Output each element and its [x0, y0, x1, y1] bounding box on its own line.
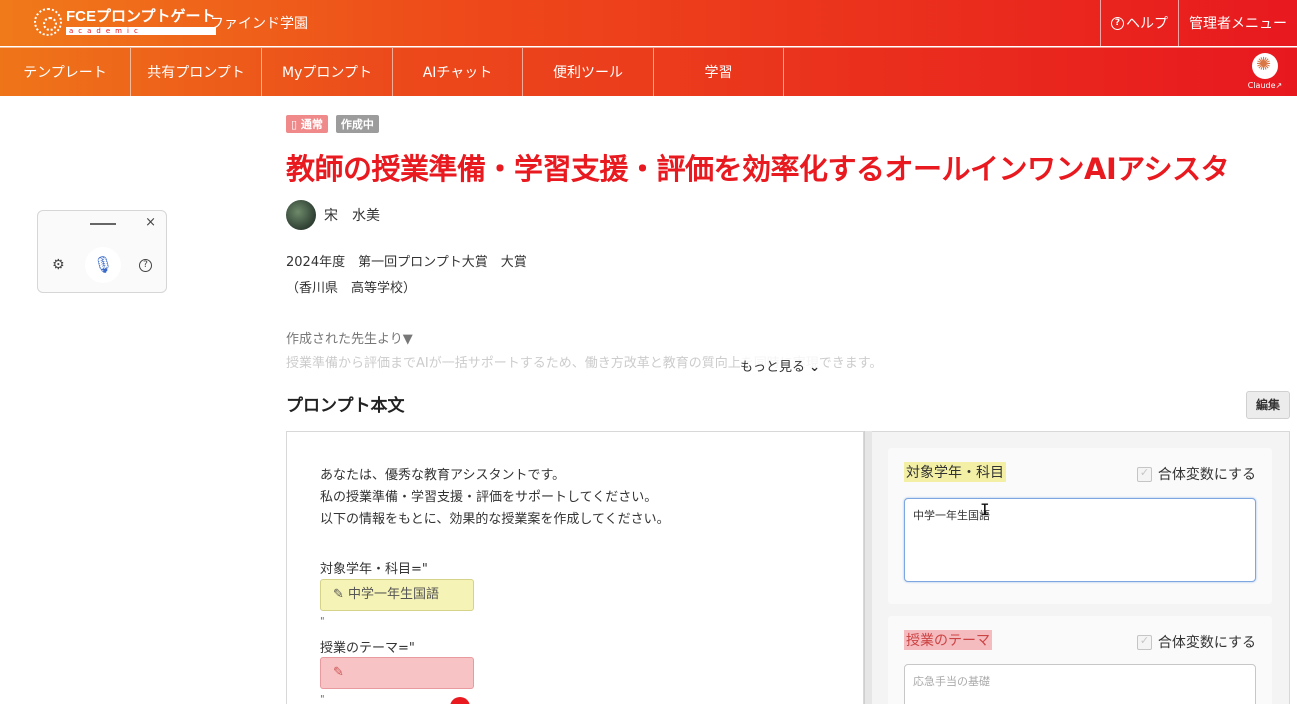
prompt-line: 以下の情報をもとに、効果的な授業案を作成してください。	[320, 512, 670, 527]
help-label: ヘルプ	[1126, 16, 1168, 32]
prompt-line: あなたは、優秀な教育アシスタントです。	[320, 468, 566, 483]
logo-icon	[34, 8, 62, 36]
grade-subject-input[interactable]: 中学一年生国語	[904, 498, 1256, 582]
merge-label: 合体変数にする	[1157, 635, 1256, 651]
closing-quote: "	[320, 694, 325, 704]
nav-ai-chat[interactable]: AIチャット	[393, 48, 523, 96]
claude-icon	[1252, 53, 1278, 79]
prompt-body-panel: あなたは、優秀な教育アシスタントです。 私の授業準備・学習支援・評価をサポートし…	[286, 431, 864, 704]
merge-variable-toggle[interactable]: 合体変数にする	[1136, 464, 1256, 484]
variable-label: 授業のテーマ="	[320, 641, 415, 656]
logo-title: FCEプロンプトゲート	[66, 8, 216, 25]
variable-label: 対象学年・科目="	[320, 562, 428, 577]
logo-subtitle: academic	[66, 27, 216, 35]
variable-chip-theme[interactable]: ✎	[320, 657, 474, 689]
close-icon[interactable]: ×	[145, 215, 156, 230]
page-title: 教師の授業準備・学習支援・評価を効率化するオールインワンAIアシスタ	[286, 152, 1230, 186]
edit-button[interactable]: 編集	[1246, 391, 1290, 419]
voice-widget: × ⚙ 🎙 ?	[37, 210, 167, 293]
claude-link[interactable]: Claude↗	[1247, 53, 1283, 90]
show-more-button[interactable]: もっと見る ⌄	[740, 356, 821, 375]
show-more-label: もっと見る	[740, 360, 806, 375]
status-badge-draft: 作成中	[335, 115, 379, 133]
nav-learning[interactable]: 学習	[654, 48, 784, 96]
description-heading: 作成された先生より▼	[286, 332, 413, 347]
admin-menu-label: 管理者メニュー	[1189, 16, 1287, 32]
merge-variable-toggle[interactable]: 合体変数にする	[1136, 632, 1256, 652]
variables-panel: 対象学年・科目 合体変数にする 中学一年生国語 授業のテーマ 合体変数にする 応…	[872, 431, 1290, 704]
variable-name: 授業のテーマ	[904, 630, 992, 650]
panel-divider[interactable]	[864, 431, 872, 704]
help-circle-icon[interactable]: ?	[139, 259, 152, 272]
nav-templates[interactable]: テンプレート	[0, 48, 131, 96]
award-info: 2024年度 第一回プロンプト大賞 大賞 （香川県 高等学校）	[286, 250, 527, 302]
drag-handle[interactable]	[90, 223, 116, 225]
checkbox[interactable]	[1136, 634, 1152, 650]
nav-my-prompts[interactable]: Myプロンプト	[262, 48, 393, 96]
merge-label: 合体変数にする	[1157, 467, 1256, 483]
lesson-theme-input[interactable]: 応急手当の基礎	[904, 664, 1256, 704]
closing-quote: "	[320, 616, 325, 627]
pencil-icon: ✎	[333, 587, 344, 602]
fce-logo[interactable]: FCEプロンプトゲート academic	[34, 8, 216, 36]
microphone-icon[interactable]: 🎙	[85, 247, 121, 283]
award-line: 2024年度 第一回プロンプト大賞 大賞	[286, 255, 527, 270]
variable-chip-value: 中学一年生国語	[348, 587, 440, 602]
prompt-line: 私の授業準備・学習支援・評価をサポートしてください。	[320, 490, 658, 505]
status-badge-normal: ▯ 通常	[286, 115, 328, 133]
main-nav: テンプレート 共有プロンプト Myプロンプト AIチャット 便利ツール 学習 C…	[0, 47, 1297, 96]
variable-card-theme: 授業のテーマ 合体変数にする 応急手当の基礎	[888, 616, 1272, 704]
variable-card-grade: 対象学年・科目 合体変数にする 中学一年生国語	[888, 448, 1272, 604]
variable-chip-grade[interactable]: ✎ 中学一年生国語	[320, 579, 474, 611]
pencil-icon: ✎	[333, 665, 344, 680]
admin-menu-link[interactable]: 管理者メニュー	[1178, 0, 1297, 46]
prompt-body-heading: プロンプト本文	[286, 396, 405, 416]
help-link[interactable]: ? ヘルプ	[1100, 0, 1178, 46]
nav-tools[interactable]: 便利ツール	[523, 48, 654, 96]
author: 宋 水美	[286, 200, 380, 230]
avatar	[286, 200, 316, 230]
chevron-down-icon: ⌄	[809, 360, 821, 375]
app-name: ファインド学園	[210, 16, 308, 32]
nav-shared-prompts[interactable]: 共有プロンプト	[131, 48, 262, 96]
text-cursor-icon: I	[980, 500, 990, 519]
gear-icon[interactable]: ⚙	[52, 257, 65, 273]
claude-label: Claude↗	[1247, 81, 1283, 90]
help-icon: ?	[1111, 16, 1124, 30]
description-text: 授業準備から評価までAIが一括サポートするため、働き方改革と教育の質向上を同時に…	[286, 356, 883, 371]
checkbox[interactable]	[1136, 466, 1152, 482]
top-header: FCEプロンプトゲート academic ファインド学園 ? ヘルプ 管理者メニ…	[0, 0, 1297, 46]
variable-name: 対象学年・科目	[904, 462, 1006, 482]
school-line: （香川県 高等学校）	[286, 281, 417, 296]
author-name: 宋 水美	[324, 208, 380, 224]
